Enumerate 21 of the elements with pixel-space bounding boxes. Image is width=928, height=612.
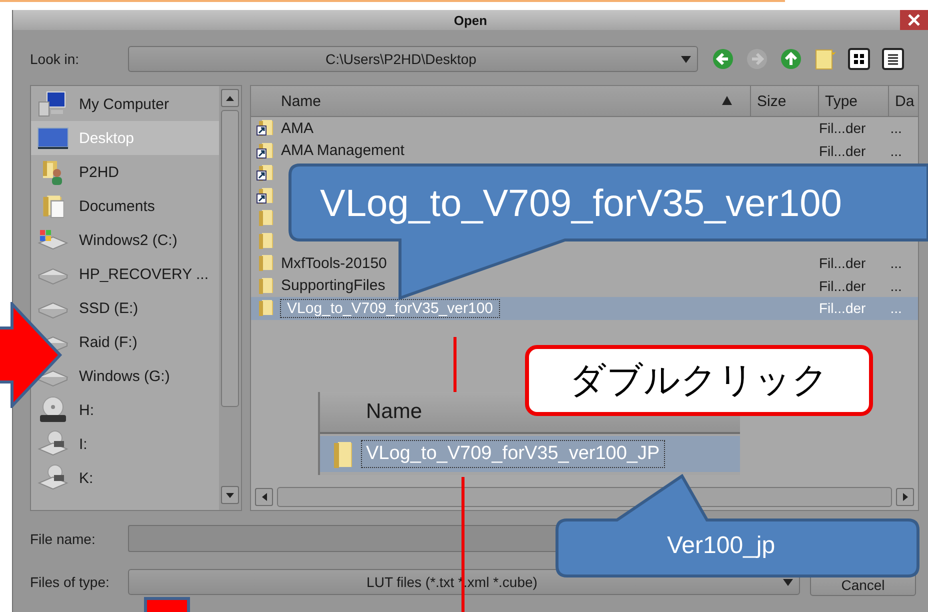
file-name: AMA Management (281, 142, 404, 160)
file-name: AMA (281, 120, 314, 137)
file-type: Fil...der (819, 300, 866, 316)
file-date: ... (890, 278, 902, 294)
file-type: Fil...der (819, 255, 866, 272)
window-title: Open (454, 12, 488, 28)
file-name: VLog_to_V709_forV35_ver100 (281, 300, 500, 317)
file-type: Fil...der (819, 278, 866, 294)
file-name: SupportingFiles (281, 277, 386, 294)
file-date: ... (890, 120, 902, 136)
file-date: ... (890, 300, 902, 316)
file-type: Fil...der (819, 120, 866, 136)
file-type: Fil...der (819, 142, 866, 159)
callout-tooltip: Ver100_jp (555, 474, 921, 578)
file-name: VLog_to_V709_forV35_ver100_JP (362, 441, 664, 467)
file-date: ... (890, 142, 902, 159)
file-name: MxfTools-20150 (281, 254, 387, 272)
look-in-label: Look in: (30, 51, 80, 67)
file-name-label: File name: (30, 530, 96, 546)
file-date: ... (890, 255, 902, 272)
file-type-label: Files of type: (30, 574, 110, 590)
